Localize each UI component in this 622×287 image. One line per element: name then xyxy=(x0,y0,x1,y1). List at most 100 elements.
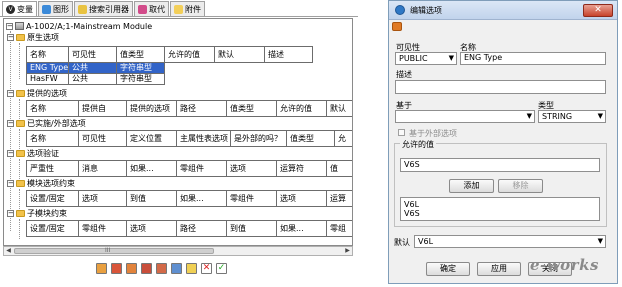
section-implemented-external-options[interactable]: − 已实施/外部选项 xyxy=(7,118,86,128)
collapse-toggle[interactable]: − xyxy=(7,119,14,127)
tab-variables[interactable]: V 变量 xyxy=(2,1,37,17)
scroll-grip: III xyxy=(105,247,111,254)
add-button[interactable]: 添加 xyxy=(449,179,494,193)
module-constraints-table: 设置/固定 选项 到值 如果... 零组件 选项 运算 xyxy=(26,190,352,207)
column-header[interactable]: 严重性 xyxy=(27,161,79,177)
column-header[interactable]: 零组件 xyxy=(79,221,127,237)
collapse-toggle[interactable]: − xyxy=(7,89,14,97)
list-item[interactable]: V6L xyxy=(404,200,596,209)
column-header[interactable]: 是外部的吗？ xyxy=(231,131,287,147)
table-row[interactable]: ENG Type 公共 字符串型 xyxy=(27,63,313,74)
tab-graphics[interactable]: 图形 xyxy=(38,1,73,16)
column-header[interactable]: 如果... xyxy=(127,161,177,177)
section-option-validation[interactable]: − 选项验证 xyxy=(7,148,59,158)
column-header[interactable]: 零组件 xyxy=(227,191,277,207)
column-header[interactable]: 提供的选项 xyxy=(127,101,177,117)
column-header[interactable]: 允许的值 xyxy=(165,47,215,63)
tree-connector xyxy=(19,129,20,149)
dialog-titlebar[interactable]: 编辑选项 ✕ xyxy=(389,1,617,20)
column-header[interactable]: 如果... xyxy=(277,221,327,237)
column-header[interactable]: 名称 xyxy=(27,47,69,63)
column-header[interactable]: 允 xyxy=(335,131,352,147)
column-header[interactable]: 零组 xyxy=(327,221,352,237)
column-header[interactable]: 描述 xyxy=(265,47,313,63)
column-header[interactable]: 选项 xyxy=(127,221,177,237)
description-field[interactable] xyxy=(395,80,606,94)
view-option-icon[interactable] xyxy=(171,263,182,274)
tree-root[interactable]: − A-1002/A;1-Mainstream Module xyxy=(6,21,152,31)
visibility-select[interactable]: PUBLIC ▼ xyxy=(395,52,457,65)
name-field[interactable]: ENG Type xyxy=(460,52,606,65)
column-header[interactable]: 选项 xyxy=(277,191,327,207)
remove-button[interactable]: 移除 xyxy=(498,179,543,193)
edit-pencil-icon[interactable] xyxy=(186,263,197,274)
check-icon[interactable]: ✓ xyxy=(216,263,227,274)
column-header[interactable]: 值类型 xyxy=(287,131,335,147)
list-item[interactable]: V6S xyxy=(404,209,596,218)
tab-search-reference[interactable]: 搜索引用器 xyxy=(74,1,133,16)
close-icon[interactable]: ✕ xyxy=(583,4,613,17)
scroll-left-icon[interactable]: ◀ xyxy=(4,247,13,255)
option-icon xyxy=(392,22,402,31)
column-header[interactable]: 默认 xyxy=(327,101,352,117)
collapse-toggle[interactable]: − xyxy=(7,179,14,187)
section-native-options[interactable]: − 原生选项 xyxy=(7,32,59,42)
default-select[interactable]: V6L ▼ xyxy=(414,235,606,248)
column-header[interactable]: 到值 xyxy=(227,221,277,237)
table-header: 名称 可见性 定义位置 主属性表选项 是外部的吗？ 值类型 允 xyxy=(27,131,352,147)
section-provided-options[interactable]: − 提供的选项 xyxy=(7,88,67,98)
allowed-values-list[interactable]: V6L V6S xyxy=(400,197,600,221)
column-header[interactable]: 允许的值 xyxy=(277,101,327,117)
column-header[interactable]: 主属性表选项 xyxy=(177,131,231,147)
section-submodule-constraints[interactable]: − 子模块约束 xyxy=(7,208,67,218)
scrollbar-thumb[interactable]: III xyxy=(14,247,214,254)
column-header[interactable]: 零组件 xyxy=(177,161,227,177)
collapse-toggle[interactable]: − xyxy=(7,209,14,217)
edit-option-icon[interactable] xyxy=(111,263,122,274)
table-row[interactable]: HasFW 公共 字符串型 xyxy=(27,74,313,85)
column-header[interactable]: 可见性 xyxy=(69,47,117,63)
options-panel: V 变量 图形 搜索引用器 取代 附件 − A-1002/A;1-Mainstr… xyxy=(0,0,358,287)
dialog-title: 编辑选项 xyxy=(410,6,442,15)
paste-option-icon[interactable] xyxy=(141,263,152,274)
delete-icon[interactable]: ✕ xyxy=(201,263,212,274)
column-header[interactable]: 运算 xyxy=(327,191,352,207)
column-header[interactable]: 名称 xyxy=(27,131,79,147)
collapse-toggle[interactable]: − xyxy=(7,33,14,41)
column-header[interactable]: 设置/固定 xyxy=(27,221,79,237)
tab-attachments[interactable]: 附件 xyxy=(170,1,205,16)
column-header[interactable]: 值类型 xyxy=(117,47,165,63)
column-header[interactable]: 默认 xyxy=(215,47,265,63)
column-header[interactable]: 定义位置 xyxy=(127,131,177,147)
column-header[interactable]: 如果... xyxy=(177,191,227,207)
move-option-icon[interactable] xyxy=(156,263,167,274)
column-header[interactable]: 运算符 xyxy=(277,161,327,177)
scroll-right-icon[interactable]: ▶ xyxy=(343,247,352,255)
tab-replace[interactable]: 取代 xyxy=(134,1,169,16)
based-on-select[interactable]: ▼ xyxy=(395,110,535,123)
section-module-option-constraints[interactable]: − 模块选项约束 xyxy=(7,178,75,188)
column-header[interactable]: 设置/固定 xyxy=(27,191,79,207)
column-header[interactable]: 消息 xyxy=(79,161,127,177)
apply-button[interactable]: 应用 xyxy=(477,262,521,276)
column-header[interactable]: 路径 xyxy=(177,221,227,237)
type-select[interactable]: STRING ▼ xyxy=(538,110,606,123)
ok-button[interactable]: 确定 xyxy=(426,262,470,276)
column-header[interactable]: 值类型 xyxy=(227,101,277,117)
column-header[interactable]: 名称 xyxy=(27,101,79,117)
copy-option-icon[interactable] xyxy=(126,263,137,274)
collapse-toggle[interactable]: − xyxy=(6,22,13,30)
column-header[interactable]: 路径 xyxy=(177,101,227,117)
column-header[interactable]: 选项 xyxy=(227,161,277,177)
collapse-toggle[interactable]: − xyxy=(7,149,14,157)
column-header[interactable]: 选项 xyxy=(79,191,127,207)
allowed-value-input[interactable]: V6S xyxy=(400,158,600,172)
column-header[interactable]: 到值 xyxy=(127,191,177,207)
column-header[interactable]: 可见性 xyxy=(79,131,127,147)
tab-bar: V 变量 图形 搜索引用器 取代 附件 xyxy=(2,1,206,17)
column-header[interactable]: 值 xyxy=(327,161,352,177)
external-option-checkbox[interactable] xyxy=(398,129,405,136)
horizontal-scrollbar[interactable]: ◀ III ▶ xyxy=(3,246,353,256)
column-header[interactable]: 提供自 xyxy=(79,101,127,117)
add-option-icon[interactable] xyxy=(96,263,107,274)
